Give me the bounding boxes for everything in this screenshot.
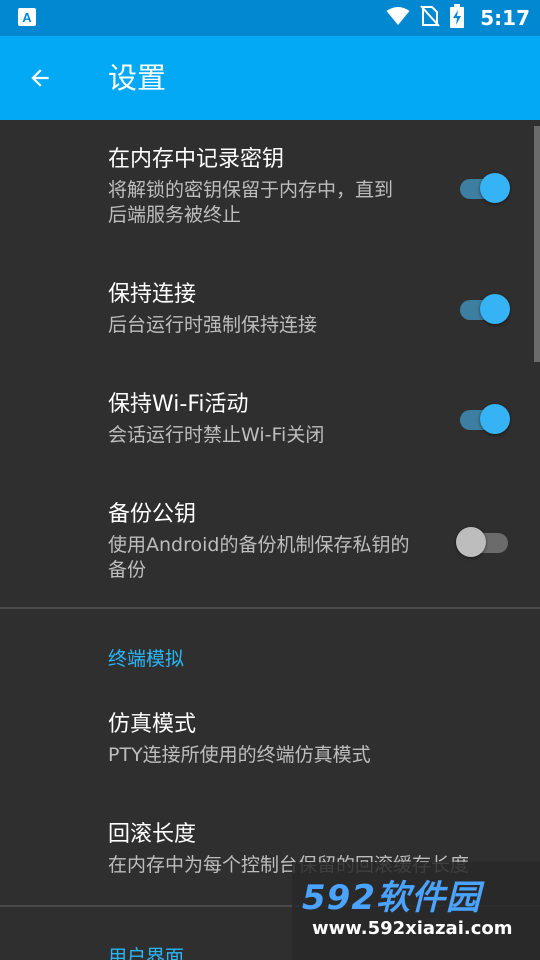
wifi-icon (386, 6, 410, 30)
wifi-lock-toggle[interactable] (458, 401, 512, 435)
category-user-interface: 用户界面 (108, 946, 185, 960)
switch-thumb (480, 173, 510, 203)
backup-keys-toggle[interactable] (456, 524, 512, 558)
pref-wifi-lock[interactable]: 保持Wi-Fi活动 会话运行时禁止Wi-Fi关闭 (0, 370, 540, 470)
pref-summary: 使用Android的备份机制保存私钥的备份 (108, 534, 410, 581)
section-divider (0, 607, 540, 609)
pref-backup-keys[interactable]: 备份公钥 使用Android的备份机制保存私钥的备份 (0, 480, 540, 600)
category-terminal-emulation: 终端模拟 (108, 648, 185, 670)
pref-summary: 将解锁的密钥保留于内存中，直到后端服务被终止 (108, 179, 394, 226)
pref-title: 在内存中记录密钥 (108, 147, 285, 172)
pref-summary: 后台运行时强制保持连接 (108, 314, 318, 336)
pref-keep-alive[interactable]: 保持连接 后台运行时强制保持连接 (0, 260, 540, 360)
switch-thumb (480, 294, 510, 324)
pref-title: 备份公钥 (108, 502, 197, 527)
no-sim-icon (420, 5, 440, 31)
watermark: 592软件园 www.592xiazai.com (292, 862, 540, 960)
remember-keys-toggle[interactable] (458, 170, 512, 204)
settings-list[interactable]: 在内存中记录密钥 将解锁的密钥保留于内存中，直到后端服务被终止 保持连接 后台运… (0, 120, 540, 960)
pref-emulation-mode[interactable]: 仿真模式 PTY连接所使用的终端仿真模式 (0, 690, 540, 790)
app-notification-icon: A (18, 8, 36, 26)
back-button[interactable] (16, 54, 64, 102)
switch-thumb (456, 527, 486, 557)
svg-text:A: A (22, 10, 32, 25)
pref-title: 仿真模式 (108, 712, 197, 737)
status-time: 5:17 (480, 6, 530, 30)
app-bar: 设置 (0, 36, 540, 120)
pref-title: 回滚长度 (108, 822, 197, 847)
watermark-url: www.592xiazai.com (312, 918, 513, 939)
keep-alive-toggle[interactable] (458, 291, 512, 325)
page-title: 设置 (108, 61, 167, 95)
pref-title: 保持连接 (108, 282, 197, 307)
pref-title: 保持Wi-Fi活动 (108, 392, 249, 417)
battery-charging-icon (450, 4, 465, 32)
pref-summary: 会话运行时禁止Wi-Fi关闭 (108, 424, 325, 446)
pref-summary: PTY连接所使用的终端仿真模式 (108, 744, 371, 766)
status-icons: 5:17 (386, 0, 530, 36)
status-bar: A 5:17 (0, 0, 540, 36)
arrow-back-icon (31, 69, 49, 87)
watermark-logo: 592软件园 (302, 878, 481, 918)
pref-remember-keys[interactable]: 在内存中记录密钥 将解锁的密钥保留于内存中，直到后端服务被终止 (0, 120, 540, 240)
switch-thumb (480, 404, 510, 434)
